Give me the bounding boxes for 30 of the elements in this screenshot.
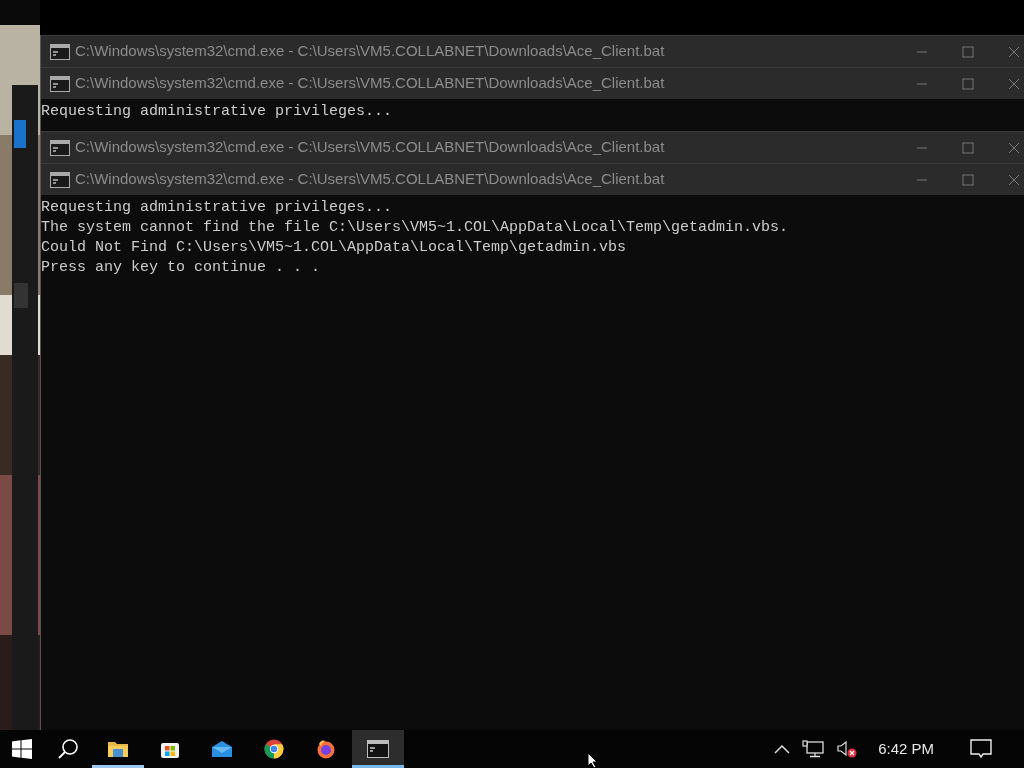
console-icon [50, 171, 70, 188]
console-line: Press any key to continue . . . [41, 258, 321, 278]
console-icon [50, 139, 70, 156]
window-title: C:\Windows\system32\cmd.exe - C:\Users\VM5.COLLABNET\Downloads\Ace_Client.bat [75, 137, 665, 158]
folder-icon [107, 740, 129, 758]
console-line: Could Not Find C:\Users\VM5~1.COL\AppData\Local\Temp\getadmin.vbs [41, 238, 627, 258]
clock[interactable]: 6:42 PM [870, 737, 942, 761]
console-icon [50, 75, 70, 92]
notification-icon[interactable] [970, 739, 992, 759]
windows-logo-icon [12, 739, 32, 759]
console-icon [367, 740, 389, 758]
fox-globe-icon [316, 739, 336, 759]
taskbar-app-button[interactable] [352, 730, 404, 768]
window-title: C:\Windows\system32\cmd.exe - C:\Users\VM5.COLLABNET\Downloads\Ace_Client.bat [75, 73, 665, 94]
close-icon[interactable] [1008, 173, 1020, 186]
window-title: C:\Windows\system32\cmd.exe - C:\Users\VM5.COLLABNET\Downloads\Ace_Client.bat [75, 41, 665, 62]
muted-speaker-icon[interactable] [836, 740, 859, 758]
close-icon[interactable] [1008, 141, 1020, 154]
console-icon [50, 43, 70, 60]
close-icon[interactable] [1008, 77, 1020, 90]
search-icon [57, 738, 79, 760]
chrome-logo-icon [264, 739, 284, 759]
envelope-icon [211, 740, 233, 758]
close-icon[interactable] [1008, 45, 1020, 58]
window-title: C:\Windows\system32\cmd.exe - C:\Users\VM5.COLLABNET\Downloads\Ace_Client.bat [75, 169, 665, 190]
network-icon[interactable] [802, 740, 825, 758]
console-line: Requesting administrative privileges... [41, 198, 393, 218]
chevron-up-icon[interactable] [774, 744, 791, 754]
console-line: Requesting administrative privileges... [41, 102, 393, 122]
console-line: The system cannot find the file C:\Users\VM5~1.COL\AppData\Local\Temp\getadmin.vbs. [41, 218, 789, 238]
